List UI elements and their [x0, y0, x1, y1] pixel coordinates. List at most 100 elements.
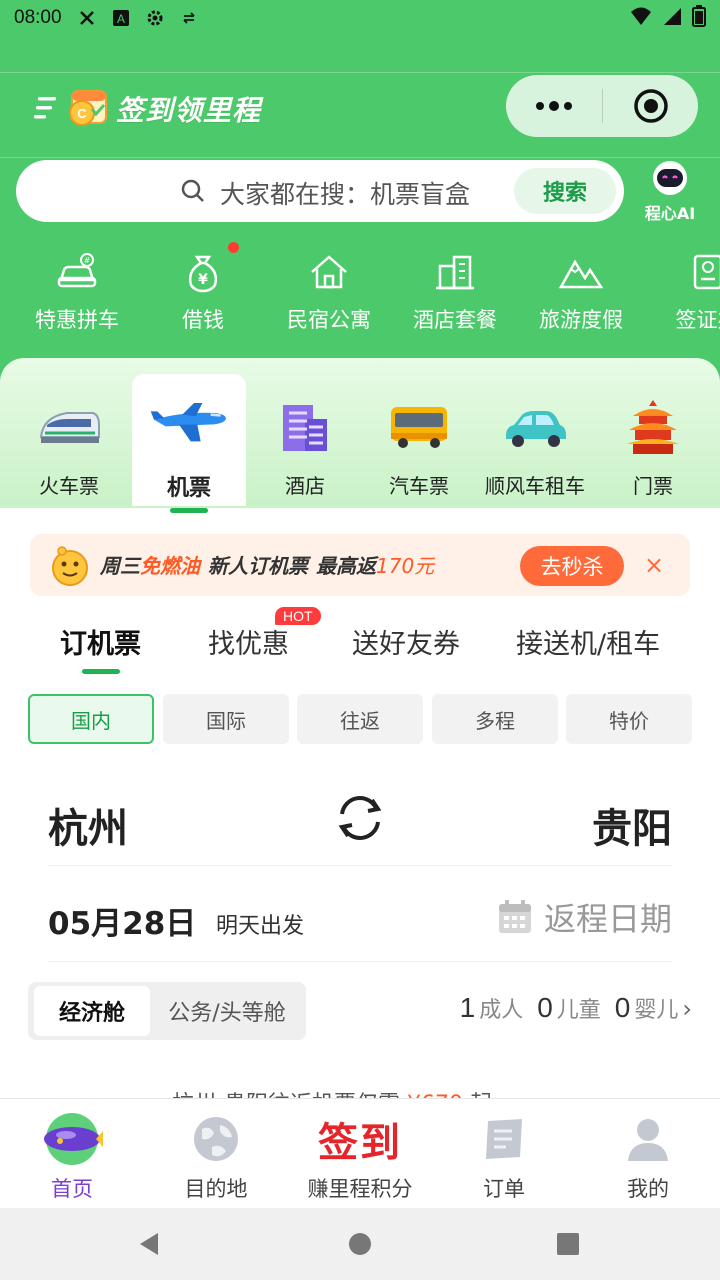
nav-orders[interactable]: 订单 — [434, 1111, 574, 1203]
trip-domestic[interactable]: 国内 — [28, 694, 154, 744]
search-bar[interactable]: 大家都在搜：机票盲盒 搜索 — [16, 160, 624, 222]
hot-badge: HOT — [275, 607, 321, 625]
notification-dot — [228, 242, 239, 253]
airplane-icon — [149, 394, 229, 452]
passenger-selector[interactable]: 1 成人 0 儿童 0 婴儿 › — [460, 992, 692, 1024]
cabin-passenger-row: 经济舱 公务/头等舱 1 成人 0 儿童 0 婴儿 › — [28, 982, 692, 1040]
quick-item-label: 签证办 — [675, 308, 720, 332]
category-label: 机票 — [166, 476, 211, 501]
signal-icon — [662, 6, 682, 31]
promo-price: 170元 — [376, 554, 435, 578]
promo-newuser: 新人订机票 — [208, 554, 308, 578]
close-icon[interactable]: × — [640, 550, 668, 580]
date-selector: 05月28日 明天出发 返程日期 — [48, 868, 672, 962]
quick-item-label: 酒店套餐 — [413, 308, 497, 332]
tab-label: 送好友券 — [352, 629, 460, 660]
cabin-economy[interactable]: 经济舱 — [34, 986, 150, 1036]
category-bus[interactable]: 汽车票 — [362, 374, 476, 506]
promo-highlight: 免燃油 — [140, 554, 200, 578]
recents-icon[interactable] — [554, 1230, 582, 1258]
trip-round[interactable]: 往返 — [297, 694, 423, 744]
bus-icon — [379, 398, 459, 456]
adult-count: 1 — [459, 992, 476, 1023]
mini-program-title-bar: C 签到领里程 — [0, 72, 720, 158]
checkin-calendar-icon[interactable]: C — [66, 85, 110, 127]
promo-max-return: 最高返 — [316, 554, 376, 578]
wifi-icon — [630, 6, 652, 31]
trip-international[interactable]: 国际 — [163, 694, 289, 744]
departure-note: 明天出发 — [216, 914, 305, 939]
ai-assistant-button[interactable]: 程心AI — [638, 160, 702, 224]
quick-item-label: 借钱 — [182, 308, 224, 332]
tab-transfer-rental[interactable]: 接送机/租车 — [516, 622, 660, 661]
system-navigation-bar — [0, 1208, 720, 1280]
nav-label: 首页 — [51, 1177, 93, 1201]
active-tab-indicator — [170, 508, 208, 513]
nav-checkin[interactable]: 签到 赚里程积分 — [290, 1111, 430, 1203]
back-icon[interactable] — [136, 1230, 164, 1258]
category-flight[interactable]: 机票 — [132, 374, 246, 513]
category-train[interactable]: 火车票 — [12, 374, 126, 506]
quick-item-visa[interactable]: 签证办 — [644, 250, 720, 334]
menu-icon[interactable] — [34, 93, 58, 123]
more-options-button[interactable] — [506, 75, 602, 137]
category-label: 火车票 — [39, 474, 99, 498]
quick-item-label: 民宿公寓 — [287, 308, 371, 332]
search-button[interactable]: 搜索 — [514, 168, 616, 214]
promo-text: 周三免燃油 新人订机票 最高返170元 — [100, 550, 434, 579]
quick-item-carpool[interactable]: # 特惠拼车 — [14, 250, 140, 334]
app-a-icon: A — [110, 7, 132, 29]
arrival-city[interactable]: 贵阳 — [592, 796, 672, 854]
tab-find-deals[interactable]: 找优惠 — [208, 622, 289, 661]
tab-gift-coupon[interactable]: 送好友券 — [352, 622, 460, 661]
tab-book-flight[interactable]: 订机票 — [60, 622, 141, 674]
sync-icon — [178, 7, 200, 29]
quick-item-loan[interactable]: ¥ 借钱 — [140, 250, 266, 334]
checkin-title[interactable]: 签到领里程 — [116, 89, 261, 129]
nav-profile[interactable]: 我的 — [578, 1111, 718, 1203]
house-icon — [307, 250, 351, 294]
category-label: 汽车票 — [389, 474, 449, 498]
quick-item-homestay[interactable]: 民宿公寓 — [266, 250, 392, 334]
settings-gear-icon — [144, 7, 166, 29]
travel-category-tabs: 火车票 机票 酒店 汽车票 顺风车租车 门票 — [0, 358, 720, 513]
child-label: 儿童 — [556, 998, 601, 1023]
nav-home[interactable]: 首页 — [2, 1111, 142, 1203]
hotel-building-icon — [265, 398, 345, 456]
category-tickets[interactable]: 门票 — [596, 374, 710, 506]
child-count: 0 — [537, 992, 553, 1023]
category-hotel[interactable]: 酒店 — [248, 374, 362, 506]
car-share-icon: # — [55, 250, 99, 294]
mountain-icon — [559, 250, 603, 294]
passport-icon — [685, 250, 720, 294]
category-car-rental[interactable]: 顺风车租车 — [478, 374, 592, 506]
close-mini-program-button[interactable] — [603, 75, 698, 137]
car-icon — [495, 398, 575, 456]
return-date-button[interactable]: 返程日期 — [496, 894, 672, 940]
flash-sale-button[interactable]: 去秒杀 — [520, 546, 624, 586]
nav-label: 订单 — [483, 1177, 525, 1201]
departure-date[interactable]: 05月28日 — [48, 898, 196, 943]
globe-icon — [184, 1111, 248, 1167]
departure-city[interactable]: 杭州 — [48, 796, 128, 854]
nav-destination[interactable]: 目的地 — [146, 1111, 286, 1203]
mini-program-capsule — [506, 75, 698, 137]
trip-special[interactable]: 特价 — [566, 694, 692, 744]
tab-label: 订机票 — [60, 629, 141, 660]
checkin-text: 签到 — [318, 1119, 402, 1166]
nav-label: 目的地 — [184, 1177, 248, 1201]
quick-item-vacation[interactable]: 旅游度假 — [518, 250, 644, 334]
home-icon[interactable] — [346, 1230, 374, 1258]
adult-label: 成人 — [479, 998, 524, 1023]
quick-item-hotel-package[interactable]: 酒店套餐 — [392, 250, 518, 334]
trip-multi[interactable]: 多程 — [432, 694, 558, 744]
svg-text:C: C — [77, 106, 87, 121]
route-selector: 杭州 贵阳 — [48, 780, 672, 866]
status-bar: 08:00 A — [0, 0, 720, 36]
promo-banner[interactable]: 周三免燃油 新人订机票 最高返170元 去秒杀 × — [30, 534, 690, 596]
cabin-business[interactable]: 公务/头等舱 — [152, 986, 302, 1036]
swap-cities-icon[interactable] — [332, 790, 388, 846]
category-label: 酒店 — [285, 474, 325, 498]
search-input[interactable]: 大家都在搜：机票盲盒 — [220, 175, 470, 211]
chevron-right-icon: › — [682, 995, 692, 1023]
